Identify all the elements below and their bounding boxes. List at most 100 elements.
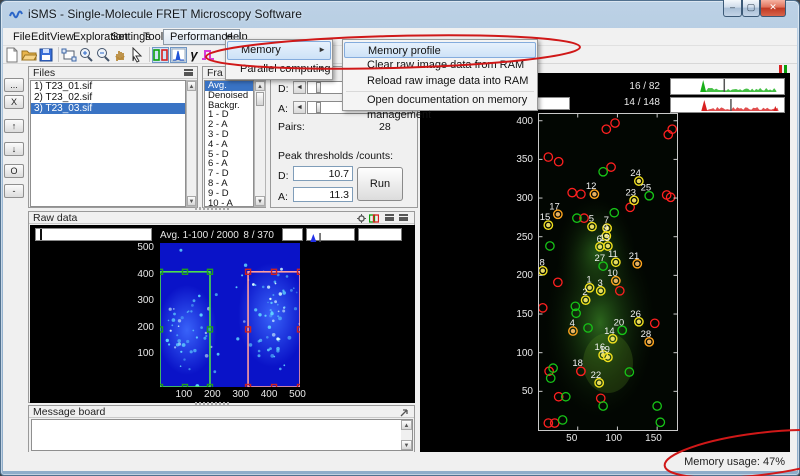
menu-item-parallel-computing[interactable]: Parallel computing ► <box>227 60 331 79</box>
svg-text:25: 25 <box>641 183 652 194</box>
zoom-region-icon[interactable] <box>61 47 78 63</box>
svg-text:10: 10 <box>607 268 618 279</box>
raw-y-tick: 300 <box>137 295 154 306</box>
contrast-box-low[interactable] <box>282 228 303 241</box>
profile-icon[interactable] <box>200 47 217 63</box>
panel-menu-icon[interactable] <box>399 214 408 221</box>
status-bar: Memory usage: 47% <box>3 452 797 471</box>
menu-item-reload-raw-image-data-into-ram[interactable]: Reload raw image data into RAM <box>344 74 536 90</box>
svg-text:26: 26 <box>630 309 641 320</box>
frame-slider[interactable] <box>35 228 152 241</box>
files-panel: Files 1) T23_01.sif 2) T23_02.sif 3) T23_0… <box>28 66 198 208</box>
side-button-1[interactable]: X <box>4 95 24 109</box>
green-histogram[interactable] <box>670 78 785 95</box>
message-board-title: Message board <box>29 406 414 418</box>
pan-icon[interactable] <box>112 47 129 63</box>
raw-image-plot[interactable] <box>160 243 300 387</box>
file-item[interactable]: 3) T23_03.sif <box>31 103 185 114</box>
open-file-icon[interactable] <box>21 47 38 63</box>
svg-text:18: 18 <box>572 358 583 369</box>
svg-text:23: 23 <box>626 187 637 198</box>
menu-item-open-documentation-on-memory-management[interactable]: Open documentation on memory management <box>344 93 536 121</box>
menu-item-clear-raw-image-data-from-ram[interactable]: Clear raw image data from RAM <box>344 58 536 74</box>
application-window: iSMS - Single-Molecule FRET Microscopy S… <box>0 0 800 476</box>
run-button[interactable]: Run <box>357 167 403 201</box>
histogram-toggle-icon[interactable] <box>170 47 187 63</box>
fret-y-tick: 200 <box>516 270 533 282</box>
svg-text:19: 19 <box>599 344 610 355</box>
raw-y-tick: 500 <box>137 242 154 253</box>
svg-text:21: 21 <box>629 251 640 262</box>
scroll-up-icon[interactable]: ▲ <box>255 81 265 91</box>
roi-toggle-icon[interactable] <box>152 47 169 63</box>
files-list: 1) T23_01.sif 2) T23_02.sif 3) T23_03.sif <box>30 80 186 207</box>
green-peak-count: 16 / 82 <box>629 81 660 92</box>
svg-text:11: 11 <box>608 249 618 260</box>
scroll-down-icon[interactable]: ▼ <box>187 196 196 206</box>
fret-y-tick: 350 <box>516 154 533 166</box>
raw-x-tick: 400 <box>260 389 278 400</box>
menu-item-memory-profile[interactable]: Memory profile <box>344 42 536 58</box>
files-scrollbar[interactable]: ▲ ▼ <box>186 80 197 207</box>
minimize-button[interactable]: – <box>723 0 742 17</box>
scroll-up-icon[interactable]: ▲ <box>187 81 196 91</box>
frames-scrollbar[interactable]: ▲ ▼ <box>254 80 266 207</box>
raw-histogram[interactable] <box>306 228 355 242</box>
maximize-button[interactable]: ▢ <box>742 0 760 17</box>
pairs-label: Pairs: <box>278 121 305 133</box>
close-button[interactable]: ✕ <box>760 0 786 17</box>
save-icon[interactable] <box>38 47 55 63</box>
file-item[interactable]: 1) T23_01.sif <box>31 81 185 92</box>
new-file-icon[interactable] <box>4 47 21 63</box>
panel-menu-icon[interactable] <box>184 69 193 76</box>
memory-usage-status: Memory usage: 47% <box>684 456 785 468</box>
scroll-up-icon[interactable]: ▲ <box>401 420 412 430</box>
fret-y-tick: 250 <box>516 231 533 243</box>
side-button-4[interactable]: O <box>4 164 24 178</box>
contrast-box-high[interactable] <box>358 228 402 241</box>
fret-image-plot[interactable]: 1234567891011121314151617181920212223242… <box>538 113 678 431</box>
side-button-5[interactable]: - <box>4 184 24 198</box>
dock-icon[interactable] <box>400 408 409 417</box>
svg-text:5: 5 <box>589 214 594 225</box>
roi-overlay-icon[interactable] <box>369 214 379 223</box>
frame-slider-thumb[interactable] <box>40 229 42 240</box>
gamma-icon[interactable]: γ <box>188 47 200 63</box>
a-threshold-field[interactable]: 11.3 <box>293 187 353 202</box>
gear-icon[interactable] <box>357 214 366 223</box>
zoom-in-icon[interactable] <box>78 47 95 63</box>
fret-y-tick: 300 <box>516 193 533 205</box>
d-slider-left-arrow[interactable]: ◄ <box>293 81 306 94</box>
side-button-2[interactable]: ↑ <box>4 119 24 133</box>
data-cursor-icon[interactable] <box>129 46 146 63</box>
menu-item-memory[interactable]: Memory ► <box>227 41 331 60</box>
message-board-text[interactable]: ▲ ▼ <box>31 419 413 451</box>
a-slider-left-arrow[interactable]: ◄ <box>293 101 306 114</box>
scroll-thumb[interactable] <box>256 92 264 106</box>
raw-y-tick: 100 <box>137 348 154 359</box>
frames-panel: Fra Avg. Denoised Backgr. 1 - D2 - A3 - D4 … <box>202 66 266 208</box>
raw-y-tick: 400 <box>137 268 154 280</box>
file-item[interactable]: 2) T23_02.sif <box>31 92 185 103</box>
fret-x-tick: 50 <box>566 433 578 444</box>
svg-text:8: 8 <box>539 258 544 269</box>
menu-separator <box>346 91 534 92</box>
zoom-out-icon[interactable] <box>95 47 112 63</box>
toolbar-separator <box>58 47 59 62</box>
channel-indicator-icon[interactable] <box>779 65 788 73</box>
svg-text:27: 27 <box>595 253 606 264</box>
thresholds-label: Peak thresholds /counts: <box>278 150 393 162</box>
svg-text:20: 20 <box>614 317 625 328</box>
splitter-handle[interactable] <box>195 207 231 210</box>
side-button-0[interactable]: ... <box>4 78 24 92</box>
fret-y-tick: 50 <box>521 386 533 398</box>
scroll-down-icon[interactable]: ▼ <box>255 196 265 206</box>
frame-item[interactable]: 10 - A <box>205 198 253 206</box>
fret-x-tick: 100 <box>605 433 623 444</box>
d-threshold-field[interactable]: 10.7 <box>293 166 353 181</box>
red-histogram[interactable] <box>670 97 785 113</box>
svg-text:22: 22 <box>591 370 602 381</box>
scroll-down-icon[interactable]: ▼ <box>401 440 412 450</box>
panel-menu-icon[interactable] <box>385 214 394 221</box>
side-button-3[interactable]: ↓ <box>4 142 24 156</box>
